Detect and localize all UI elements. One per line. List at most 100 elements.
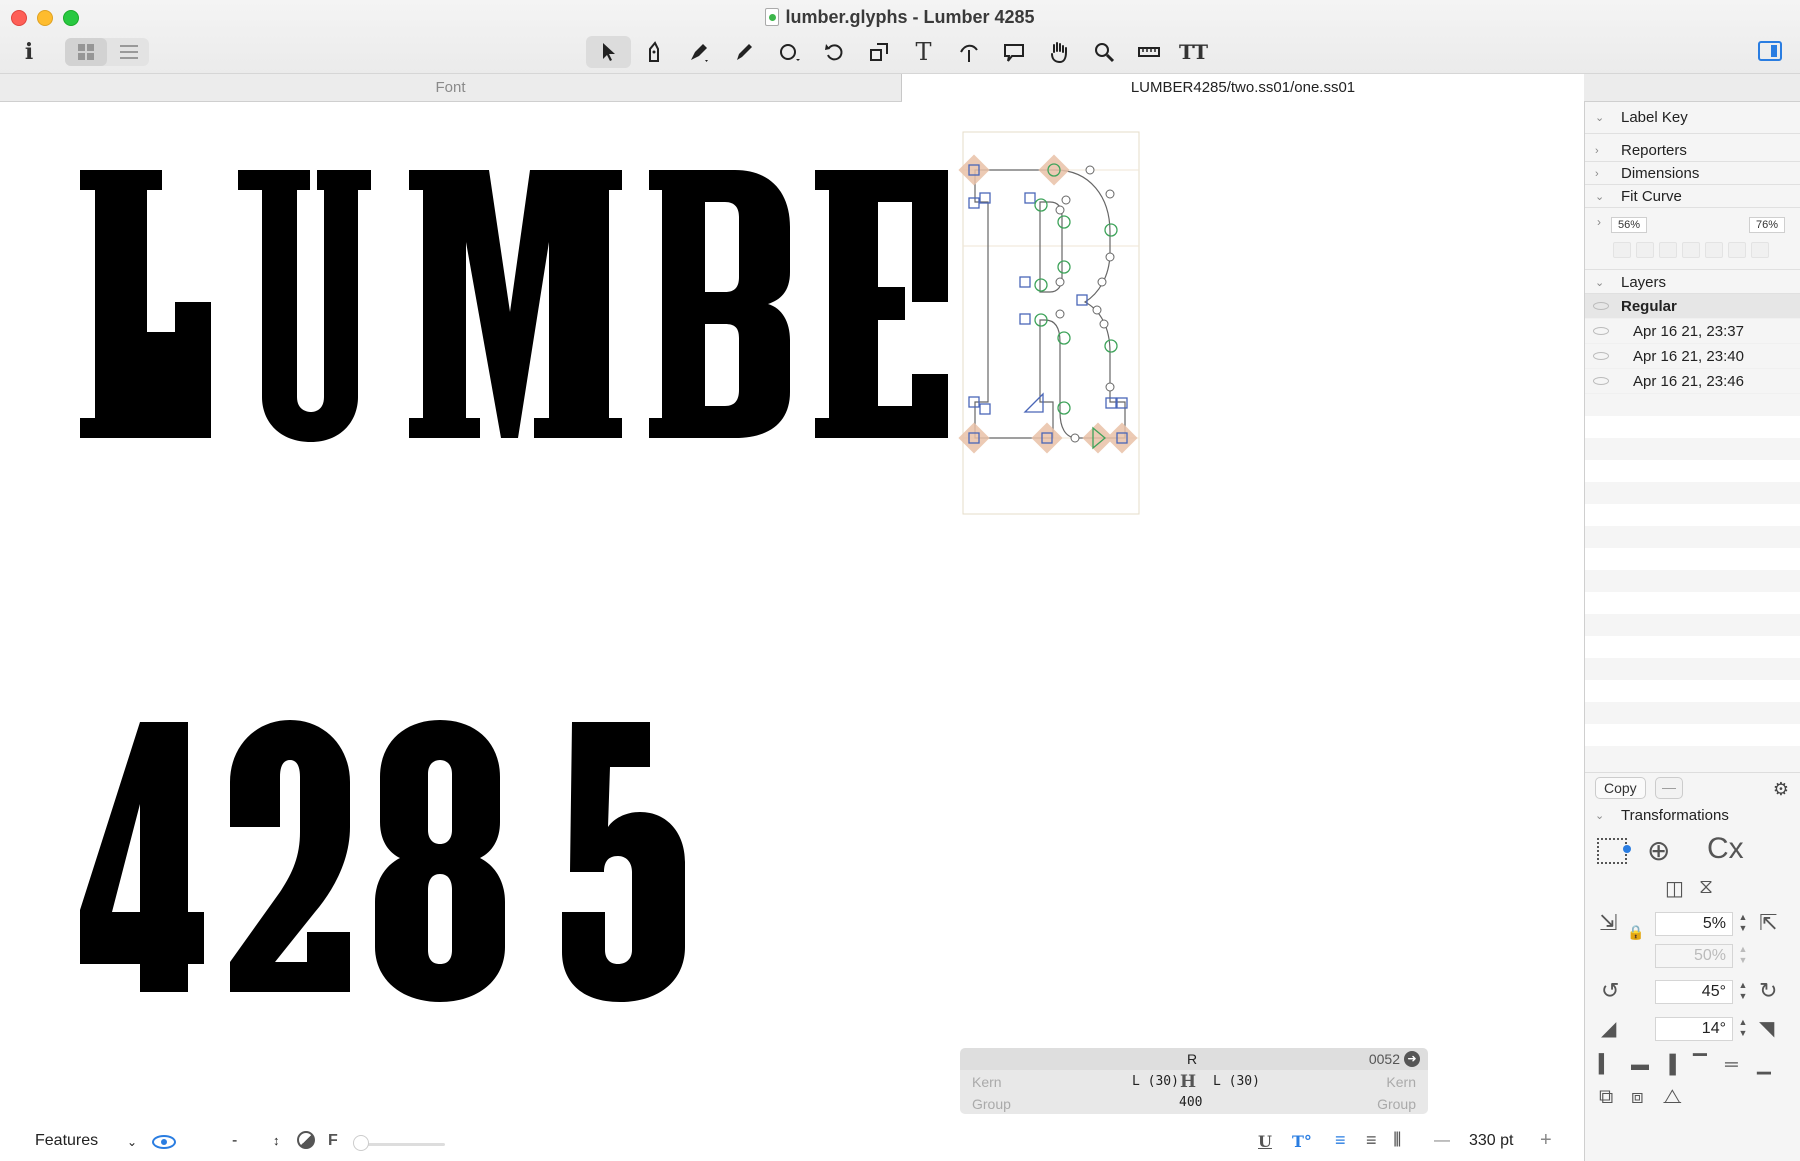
glyph-R-outline[interactable] — [958, 131, 1140, 515]
glyph-two[interactable] — [230, 720, 350, 992]
align-right-icon[interactable]: ≡ — [1366, 1130, 1377, 1151]
scale-stepper[interactable]: ▲ ▼ — [1737, 912, 1749, 936]
glyph-four[interactable] — [80, 722, 204, 992]
glyph-L[interactable] — [80, 170, 211, 438]
grid-view-button[interactable] — [65, 38, 107, 66]
eye-icon[interactable] — [152, 1135, 176, 1149]
layer-row-master[interactable]: Regular — [1585, 294, 1800, 319]
glyph-five[interactable] — [562, 722, 685, 1002]
rotate-stepper[interactable]: ▲ ▼ — [1737, 980, 1749, 1004]
text-options-icon[interactable]: T° — [1292, 1132, 1312, 1151]
copy-button[interactable]: Copy — [1595, 777, 1646, 799]
reporters-section[interactable]: › Reporters — [1585, 140, 1800, 162]
subtract-icon[interactable]: ⧈ — [1631, 1086, 1644, 1109]
slant-stepper[interactable]: ▲ ▼ — [1737, 1017, 1749, 1041]
align-left-edge-icon[interactable]: ▍ — [1599, 1054, 1613, 1075]
tab-font[interactable]: Font — [0, 74, 902, 101]
gear-icon[interactable]: ⚙ — [1773, 779, 1789, 800]
rotate-right-icon[interactable]: ↻ — [1759, 978, 1777, 1004]
stepper-icon[interactable]: ↕ — [273, 1133, 280, 1148]
right-group-field[interactable]: L (30) — [1213, 1074, 1260, 1089]
fit-curve-section[interactable]: ⌄ Fit Curve — [1585, 186, 1800, 208]
draw-tool[interactable] — [676, 36, 721, 68]
align-bottom-edge-icon[interactable]: ▁ — [1757, 1054, 1771, 1075]
tab-glyph-text[interactable]: LUMBER4285/two.ss01/one.ss01 — [902, 74, 1584, 102]
glyph-E[interactable] — [815, 170, 948, 438]
fit-curve-min[interactable]: 56% — [1611, 217, 1648, 233]
scale-tool[interactable] — [856, 36, 901, 68]
zoom-level[interactable]: 330 pt — [1469, 1132, 1513, 1150]
scale-up-icon[interactable]: ⇱ — [1759, 910, 1777, 936]
list-view-icon[interactable] — [120, 45, 138, 59]
vertical-text-icon[interactable]: ||| — [1393, 1130, 1402, 1148]
chevron-right-icon[interactable]: › — [1597, 215, 1601, 229]
width-field[interactable]: 400 — [1179, 1095, 1202, 1110]
crosshair-icon[interactable]: ⊕ — [1647, 834, 1670, 867]
slant-right-icon[interactable]: ◥ — [1759, 1016, 1774, 1041]
fit-preset[interactable] — [1659, 242, 1677, 258]
eye-icon[interactable] — [1593, 302, 1609, 310]
features-popup[interactable]: Features — [35, 1132, 98, 1150]
select-tool[interactable] — [586, 36, 631, 68]
align-center-h-icon[interactable]: ▬ — [1631, 1054, 1649, 1075]
width-link-icon[interactable]: H — [1180, 1072, 1196, 1092]
layer-row[interactable]: Apr 16 21, 23:46 — [1585, 369, 1800, 394]
align-right-edge-icon[interactable]: ▐ — [1663, 1054, 1676, 1075]
cx-origin-icon[interactable]: Cx — [1707, 832, 1744, 866]
mirror-vertical-icon[interactable]: ⧖ — [1699, 876, 1713, 899]
fit-preset[interactable] — [1636, 242, 1654, 258]
chevron-down-icon[interactable]: ⌄ — [127, 1135, 137, 1149]
fit-preset[interactable] — [1682, 242, 1700, 258]
underline-icon[interactable]: U — [1258, 1132, 1272, 1151]
info-button[interactable]: i — [18, 38, 40, 66]
eye-icon[interactable] — [1593, 327, 1609, 335]
zoom-out-button[interactable]: — — [1434, 1132, 1450, 1150]
text-tool[interactable]: T — [901, 36, 946, 68]
scale-field[interactable]: 5% — [1655, 912, 1733, 936]
arrow-right-circle-icon[interactable]: ➜ — [1404, 1051, 1420, 1067]
remove-layer-button[interactable]: — — [1655, 777, 1683, 799]
eye-icon[interactable] — [1593, 352, 1609, 360]
primitives-tool[interactable] — [766, 36, 811, 68]
left-group-field[interactable]: L (30) — [1132, 1074, 1179, 1089]
unicode-field[interactable]: 0052 — [1369, 1051, 1400, 1067]
rotate-field[interactable]: 45° — [1655, 980, 1733, 1004]
align-top-edge-icon[interactable]: ▔ — [1693, 1054, 1707, 1075]
layer-row[interactable]: Apr 16 21, 23:37 — [1585, 319, 1800, 344]
preview-slider-track[interactable] — [357, 1143, 445, 1146]
transformations-section[interactable]: ⌄ Transformations — [1585, 804, 1800, 826]
glyph-M[interactable] — [409, 170, 622, 438]
fit-preset[interactable] — [1728, 242, 1746, 258]
glyph-eight[interactable] — [375, 720, 505, 1002]
select-all-layers-tool[interactable] — [631, 36, 676, 68]
union-icon[interactable]: ⧉ — [1599, 1086, 1613, 1109]
align-center-v-icon[interactable]: ═ — [1725, 1054, 1738, 1075]
fit-preset[interactable] — [1705, 242, 1723, 258]
dimensions-section[interactable]: › Dimensions — [1585, 163, 1800, 185]
knife-tool[interactable] — [946, 36, 991, 68]
eye-icon[interactable] — [1593, 377, 1609, 385]
fit-preset[interactable] — [1751, 242, 1769, 258]
scale-vertical-stepper[interactable]: ▲ ▼ — [1737, 944, 1749, 968]
fit-preset[interactable] — [1613, 242, 1631, 258]
layers-section[interactable]: ⌄ Layers — [1585, 272, 1800, 294]
contrast-icon[interactable] — [297, 1131, 315, 1149]
fit-curve-max[interactable]: 76% — [1748, 217, 1785, 233]
measurement-tool[interactable] — [1126, 36, 1171, 68]
f-label[interactable]: F — [328, 1132, 338, 1150]
glyph-name-field[interactable]: R — [1187, 1051, 1197, 1067]
rotate-tool[interactable] — [811, 36, 856, 68]
slant-left-icon[interactable]: ◢ — [1601, 1016, 1616, 1041]
align-left-icon[interactable]: ≡ — [1335, 1130, 1346, 1151]
bounding-box-origin-icon[interactable] — [1597, 838, 1627, 864]
edit-canvas[interactable] — [0, 102, 1584, 1122]
mirror-horizontal-icon[interactable]: ◫ — [1665, 876, 1684, 901]
rotate-left-icon[interactable]: ↺ — [1601, 978, 1619, 1004]
intersect-icon[interactable]: ⧍ — [1663, 1086, 1682, 1109]
annotation-tool[interactable] — [991, 36, 1036, 68]
glyph-U[interactable] — [238, 170, 371, 442]
glyph-B[interactable] — [649, 170, 790, 438]
sidebar-right-icon[interactable] — [1758, 41, 1782, 61]
lock-icon[interactable]: 🔒 — [1627, 924, 1644, 941]
slant-field[interactable]: 14° — [1655, 1017, 1733, 1041]
